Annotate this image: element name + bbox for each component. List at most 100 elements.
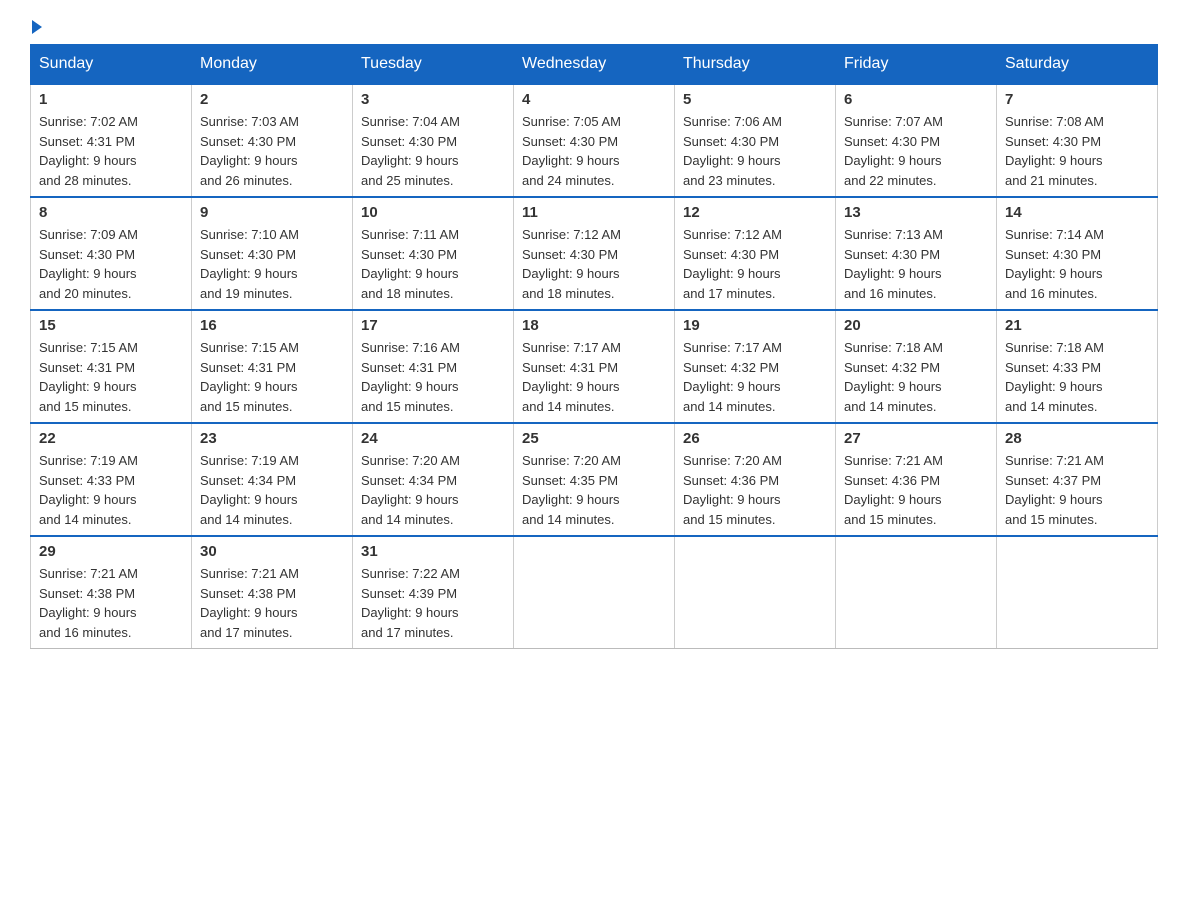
day-info: Sunrise: 7:21 AMSunset: 4:38 PMDaylight:…: [200, 564, 344, 642]
day-info: Sunrise: 7:19 AMSunset: 4:33 PMDaylight:…: [39, 451, 183, 529]
calendar-header-row: SundayMondayTuesdayWednesdayThursdayFrid…: [31, 45, 1158, 85]
day-info: Sunrise: 7:17 AMSunset: 4:31 PMDaylight:…: [522, 338, 666, 416]
day-number: 19: [683, 317, 827, 334]
day-cell-16: 16 Sunrise: 7:15 AMSunset: 4:31 PMDayligh…: [192, 310, 353, 423]
logo-flag-icon: [32, 20, 42, 34]
week-row-5: 29 Sunrise: 7:21 AMSunset: 4:38 PMDayligh…: [31, 536, 1158, 649]
day-info: Sunrise: 7:21 AMSunset: 4:37 PMDaylight:…: [1005, 451, 1149, 529]
day-info: Sunrise: 7:11 AMSunset: 4:30 PMDaylight:…: [361, 225, 505, 303]
day-cell-21: 21 Sunrise: 7:18 AMSunset: 4:33 PMDayligh…: [997, 310, 1158, 423]
column-header-monday: Monday: [192, 45, 353, 85]
day-number: 18: [522, 317, 666, 334]
day-cell-24: 24Sunrise: 7:20 AMSunset: 4:34 PMDayligh…: [353, 423, 514, 536]
empty-cell: [997, 536, 1158, 649]
day-number: 8: [39, 204, 183, 221]
day-info: Sunrise: 7:20 AMSunset: 4:36 PMDaylight:…: [683, 451, 827, 529]
day-cell-28: 28 Sunrise: 7:21 AMSunset: 4:37 PMDayligh…: [997, 423, 1158, 536]
day-info: Sunrise: 7:21 AMSunset: 4:38 PMDaylight:…: [39, 564, 183, 642]
day-number: 4: [522, 91, 666, 108]
day-number: 21: [1005, 317, 1149, 334]
day-info: Sunrise: 7:14 AMSunset: 4:30 PMDaylight:…: [1005, 225, 1149, 303]
day-number: 5: [683, 91, 827, 108]
day-number: 28: [1005, 430, 1149, 447]
day-info: Sunrise: 7:03 AMSunset: 4:30 PMDaylight:…: [200, 112, 344, 190]
day-info: Sunrise: 7:20 AMSunset: 4:35 PMDaylight:…: [522, 451, 666, 529]
day-info: Sunrise: 7:12 AMSunset: 4:30 PMDaylight:…: [522, 225, 666, 303]
day-number: 2: [200, 91, 344, 108]
day-cell-1: 1Sunrise: 7:02 AMSunset: 4:31 PMDaylight…: [31, 84, 192, 197]
day-number: 30: [200, 543, 344, 560]
day-info: Sunrise: 7:15 AMSunset: 4:31 PMDaylight:…: [39, 338, 183, 416]
day-cell-18: 18 Sunrise: 7:17 AMSunset: 4:31 PMDayligh…: [514, 310, 675, 423]
day-info: Sunrise: 7:08 AMSunset: 4:30 PMDaylight:…: [1005, 112, 1149, 190]
day-number: 23: [200, 430, 344, 447]
week-row-4: 22 Sunrise: 7:19 AMSunset: 4:33 PMDayligh…: [31, 423, 1158, 536]
week-row-2: 8 Sunrise: 7:09 AMSunset: 4:30 PMDaylight…: [31, 197, 1158, 310]
day-number: 22: [39, 430, 183, 447]
day-info: Sunrise: 7:15 AMSunset: 4:31 PMDaylight:…: [200, 338, 344, 416]
day-info: Sunrise: 7:06 AMSunset: 4:30 PMDaylight:…: [683, 112, 827, 190]
column-header-thursday: Thursday: [675, 45, 836, 85]
day-number: 6: [844, 91, 988, 108]
day-number: 17: [361, 317, 505, 334]
empty-cell: [836, 536, 997, 649]
day-cell-22: 22 Sunrise: 7:19 AMSunset: 4:33 PMDayligh…: [31, 423, 192, 536]
empty-cell: [514, 536, 675, 649]
column-header-saturday: Saturday: [997, 45, 1158, 85]
column-header-tuesday: Tuesday: [353, 45, 514, 85]
day-cell-26: 26 Sunrise: 7:20 AMSunset: 4:36 PMDayligh…: [675, 423, 836, 536]
column-header-friday: Friday: [836, 45, 997, 85]
day-info: Sunrise: 7:10 AMSunset: 4:30 PMDaylight:…: [200, 225, 344, 303]
day-info: Sunrise: 7:04 AMSunset: 4:30 PMDaylight:…: [361, 112, 505, 190]
day-cell-12: 12 Sunrise: 7:12 AMSunset: 4:30 PMDayligh…: [675, 197, 836, 310]
week-row-1: 1Sunrise: 7:02 AMSunset: 4:31 PMDaylight…: [31, 84, 1158, 197]
day-cell-10: 10 Sunrise: 7:11 AMSunset: 4:30 PMDayligh…: [353, 197, 514, 310]
day-cell-14: 14 Sunrise: 7:14 AMSunset: 4:30 PMDayligh…: [997, 197, 1158, 310]
day-number: 12: [683, 204, 827, 221]
day-number: 3: [361, 91, 505, 108]
day-info: Sunrise: 7:18 AMSunset: 4:33 PMDaylight:…: [1005, 338, 1149, 416]
day-number: 9: [200, 204, 344, 221]
day-cell-17: 17Sunrise: 7:16 AMSunset: 4:31 PMDayligh…: [353, 310, 514, 423]
day-number: 29: [39, 543, 183, 560]
day-info: Sunrise: 7:12 AMSunset: 4:30 PMDaylight:…: [683, 225, 827, 303]
column-header-sunday: Sunday: [31, 45, 192, 85]
day-cell-15: 15 Sunrise: 7:15 AMSunset: 4:31 PMDayligh…: [31, 310, 192, 423]
day-cell-29: 29 Sunrise: 7:21 AMSunset: 4:38 PMDayligh…: [31, 536, 192, 649]
day-cell-30: 30 Sunrise: 7:21 AMSunset: 4:38 PMDayligh…: [192, 536, 353, 649]
day-cell-27: 27Sunrise: 7:21 AMSunset: 4:36 PMDayligh…: [836, 423, 997, 536]
day-info: Sunrise: 7:09 AMSunset: 4:30 PMDaylight:…: [39, 225, 183, 303]
day-cell-31: 31Sunrise: 7:22 AMSunset: 4:39 PMDayligh…: [353, 536, 514, 649]
day-cell-8: 8 Sunrise: 7:09 AMSunset: 4:30 PMDaylight…: [31, 197, 192, 310]
day-cell-3: 3 Sunrise: 7:04 AMSunset: 4:30 PMDaylight…: [353, 84, 514, 197]
day-number: 14: [1005, 204, 1149, 221]
day-cell-20: 20 Sunrise: 7:18 AMSunset: 4:32 PMDayligh…: [836, 310, 997, 423]
day-info: Sunrise: 7:21 AMSunset: 4:36 PMDaylight:…: [844, 451, 988, 529]
column-header-wednesday: Wednesday: [514, 45, 675, 85]
day-cell-25: 25 Sunrise: 7:20 AMSunset: 4:35 PMDayligh…: [514, 423, 675, 536]
day-cell-9: 9 Sunrise: 7:10 AMSunset: 4:30 PMDaylight…: [192, 197, 353, 310]
day-number: 16: [200, 317, 344, 334]
day-cell-2: 2 Sunrise: 7:03 AMSunset: 4:30 PMDaylight…: [192, 84, 353, 197]
day-number: 26: [683, 430, 827, 447]
day-number: 13: [844, 204, 988, 221]
day-cell-23: 23 Sunrise: 7:19 AMSunset: 4:34 PMDayligh…: [192, 423, 353, 536]
day-number: 20: [844, 317, 988, 334]
day-cell-5: 5 Sunrise: 7:06 AMSunset: 4:30 PMDaylight…: [675, 84, 836, 197]
day-number: 10: [361, 204, 505, 221]
day-cell-13: 13Sunrise: 7:13 AMSunset: 4:30 PMDayligh…: [836, 197, 997, 310]
day-info: Sunrise: 7:07 AMSunset: 4:30 PMDaylight:…: [844, 112, 988, 190]
day-number: 11: [522, 204, 666, 221]
day-info: Sunrise: 7:18 AMSunset: 4:32 PMDaylight:…: [844, 338, 988, 416]
day-cell-7: 7Sunrise: 7:08 AMSunset: 4:30 PMDaylight…: [997, 84, 1158, 197]
day-number: 1: [39, 91, 183, 108]
day-cell-4: 4Sunrise: 7:05 AMSunset: 4:30 PMDaylight…: [514, 84, 675, 197]
day-cell-6: 6 Sunrise: 7:07 AMSunset: 4:30 PMDaylight…: [836, 84, 997, 197]
empty-cell: [675, 536, 836, 649]
day-cell-11: 11 Sunrise: 7:12 AMSunset: 4:30 PMDayligh…: [514, 197, 675, 310]
day-info: Sunrise: 7:22 AMSunset: 4:39 PMDaylight:…: [361, 564, 505, 642]
day-number: 25: [522, 430, 666, 447]
day-number: 15: [39, 317, 183, 334]
day-info: Sunrise: 7:20 AMSunset: 4:34 PMDaylight:…: [361, 451, 505, 529]
day-info: Sunrise: 7:19 AMSunset: 4:34 PMDaylight:…: [200, 451, 344, 529]
